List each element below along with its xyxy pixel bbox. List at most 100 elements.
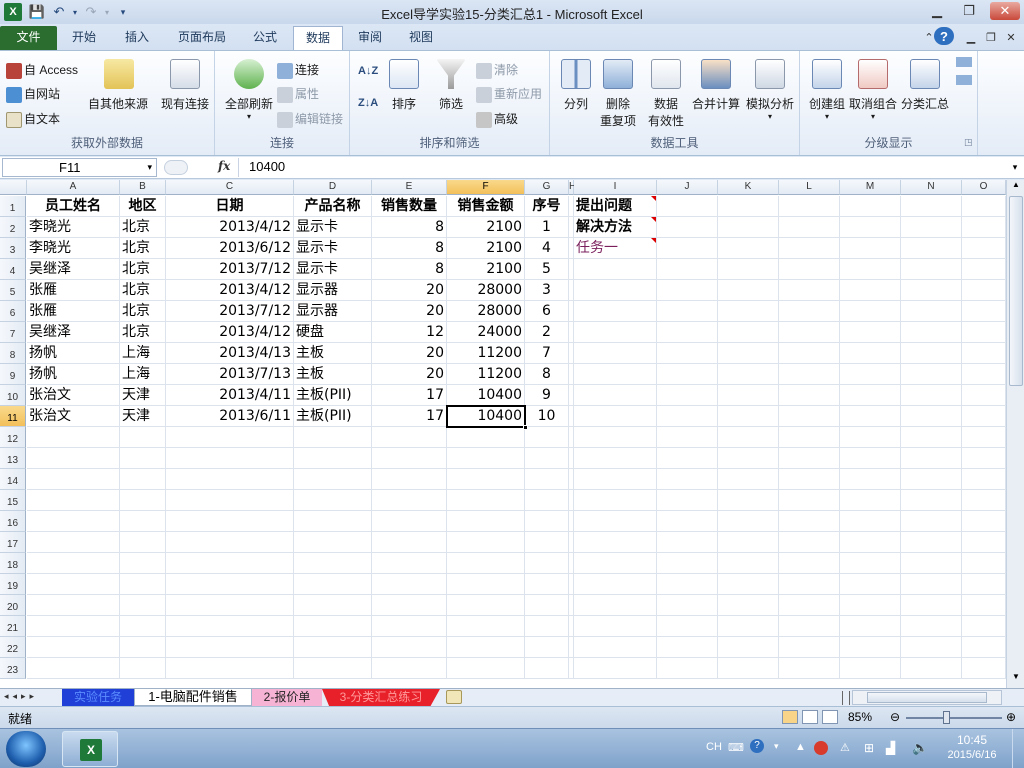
cell-G23[interactable] xyxy=(525,658,569,679)
taskbar-excel-button[interactable]: X xyxy=(62,731,118,767)
cell-K11[interactable] xyxy=(718,406,779,427)
cell-K18[interactable] xyxy=(718,553,779,574)
cell-O9[interactable] xyxy=(962,364,1006,385)
cell-B18[interactable] xyxy=(120,553,166,574)
cell-E21[interactable] xyxy=(372,616,447,637)
cell-C21[interactable] xyxy=(166,616,294,637)
ime-help-icon[interactable]: ? xyxy=(750,739,764,753)
cell-B12[interactable] xyxy=(120,427,166,448)
cell-E11[interactable]: 17 xyxy=(372,406,447,427)
cell-K17[interactable] xyxy=(718,532,779,553)
cell-M13[interactable] xyxy=(840,448,901,469)
cell-G10[interactable]: 9 xyxy=(525,385,569,406)
column-header-G[interactable]: G xyxy=(525,180,569,195)
row-header-15[interactable]: 15 xyxy=(0,490,26,511)
cell-G19[interactable] xyxy=(525,574,569,595)
cell-E15[interactable] xyxy=(372,490,447,511)
cell-E20[interactable] xyxy=(372,595,447,616)
name-box[interactable]: F11 ▾ xyxy=(2,158,157,177)
cell-K4[interactable] xyxy=(718,259,779,280)
cell-N19[interactable] xyxy=(901,574,962,595)
zoom-slider-thumb[interactable] xyxy=(943,711,950,724)
cell-I7[interactable] xyxy=(574,322,657,343)
properties-button[interactable]: 属性 xyxy=(277,85,319,103)
cell-M6[interactable] xyxy=(840,301,901,322)
row-header-22[interactable]: 22 xyxy=(0,637,26,658)
sheet-tab-computer-parts[interactable]: 1-电脑配件销售 xyxy=(134,689,252,706)
cell-K6[interactable] xyxy=(718,301,779,322)
name-box-dropdown-icon[interactable]: ▾ xyxy=(147,159,152,176)
from-web-button[interactable]: 自网站 xyxy=(6,85,60,103)
cell-C16[interactable] xyxy=(166,511,294,532)
cell-K13[interactable] xyxy=(718,448,779,469)
cell-A16[interactable] xyxy=(27,511,120,532)
row-header-1[interactable]: 1 xyxy=(0,196,26,217)
cell-O8[interactable] xyxy=(962,343,1006,364)
cell-E2[interactable]: 8 xyxy=(372,217,447,238)
cell-C1[interactable]: 日期 xyxy=(166,196,294,217)
cell-B13[interactable] xyxy=(120,448,166,469)
tab-review[interactable]: 审阅 xyxy=(346,26,394,50)
tab-view[interactable]: 视图 xyxy=(397,26,445,50)
sort-ascending-icon[interactable]: A↓Z xyxy=(358,65,378,77)
cell-F7[interactable]: 24000 xyxy=(447,322,525,343)
cell-L12[interactable] xyxy=(779,427,840,448)
cell-C14[interactable] xyxy=(166,469,294,490)
cell-I6[interactable] xyxy=(574,301,657,322)
show-detail-icon[interactable] xyxy=(956,57,972,67)
cell-F9[interactable]: 11200 xyxy=(447,364,525,385)
cell-B21[interactable] xyxy=(120,616,166,637)
tab-page-layout[interactable]: 页面布局 xyxy=(166,26,238,50)
cell-N11[interactable] xyxy=(901,406,962,427)
reapply-button[interactable]: 重新应用 xyxy=(476,85,542,103)
cell-J6[interactable] xyxy=(657,301,718,322)
cell-O10[interactable] xyxy=(962,385,1006,406)
cell-J19[interactable] xyxy=(657,574,718,595)
cell-M20[interactable] xyxy=(840,595,901,616)
cell-E5[interactable]: 20 xyxy=(372,280,447,301)
column-header-K[interactable]: K xyxy=(718,180,779,195)
cell-A22[interactable] xyxy=(27,637,120,658)
row-header-2[interactable]: 2 xyxy=(0,217,26,238)
scroll-up-icon[interactable]: ▲ xyxy=(1009,180,1023,194)
cell-C3[interactable]: 2013/6/12 xyxy=(166,238,294,259)
cell-A8[interactable]: 扬帆 xyxy=(27,343,120,364)
cell-O13[interactable] xyxy=(962,448,1006,469)
cell-D16[interactable] xyxy=(294,511,372,532)
cell-L15[interactable] xyxy=(779,490,840,511)
cell-M10[interactable] xyxy=(840,385,901,406)
cell-G14[interactable] xyxy=(525,469,569,490)
cell-E23[interactable] xyxy=(372,658,447,679)
row-header-14[interactable]: 14 xyxy=(0,469,26,490)
cell-O2[interactable] xyxy=(962,217,1006,238)
cell-B9[interactable]: 上海 xyxy=(120,364,166,385)
cell-I19[interactable] xyxy=(574,574,657,595)
cell-F13[interactable] xyxy=(447,448,525,469)
cell-J15[interactable] xyxy=(657,490,718,511)
cell-B20[interactable] xyxy=(120,595,166,616)
cell-D13[interactable] xyxy=(294,448,372,469)
cell-A15[interactable] xyxy=(27,490,120,511)
cell-G12[interactable] xyxy=(525,427,569,448)
cell-C13[interactable] xyxy=(166,448,294,469)
cell-D22[interactable] xyxy=(294,637,372,658)
cell-J7[interactable] xyxy=(657,322,718,343)
cell-M11[interactable] xyxy=(840,406,901,427)
row-header-10[interactable]: 10 xyxy=(0,385,26,406)
cell-I2[interactable]: 解决方法 xyxy=(574,217,657,238)
cell-C4[interactable]: 2013/7/12 xyxy=(166,259,294,280)
cell-K22[interactable] xyxy=(718,637,779,658)
cell-D1[interactable]: 产品名称 xyxy=(294,196,372,217)
cell-K23[interactable] xyxy=(718,658,779,679)
cell-L23[interactable] xyxy=(779,658,840,679)
cell-D23[interactable] xyxy=(294,658,372,679)
cell-K2[interactable] xyxy=(718,217,779,238)
minimize-icon[interactable]: ▁ xyxy=(924,2,950,20)
edit-links-button[interactable]: 编辑链接 xyxy=(277,110,343,128)
expand-formula-bar-icon[interactable]: ▾ xyxy=(1008,159,1022,176)
cell-K20[interactable] xyxy=(718,595,779,616)
column-header-M[interactable]: M xyxy=(840,180,901,195)
cell-N4[interactable] xyxy=(901,259,962,280)
cell-I13[interactable] xyxy=(574,448,657,469)
tab-data[interactable]: 数据 xyxy=(293,26,344,51)
